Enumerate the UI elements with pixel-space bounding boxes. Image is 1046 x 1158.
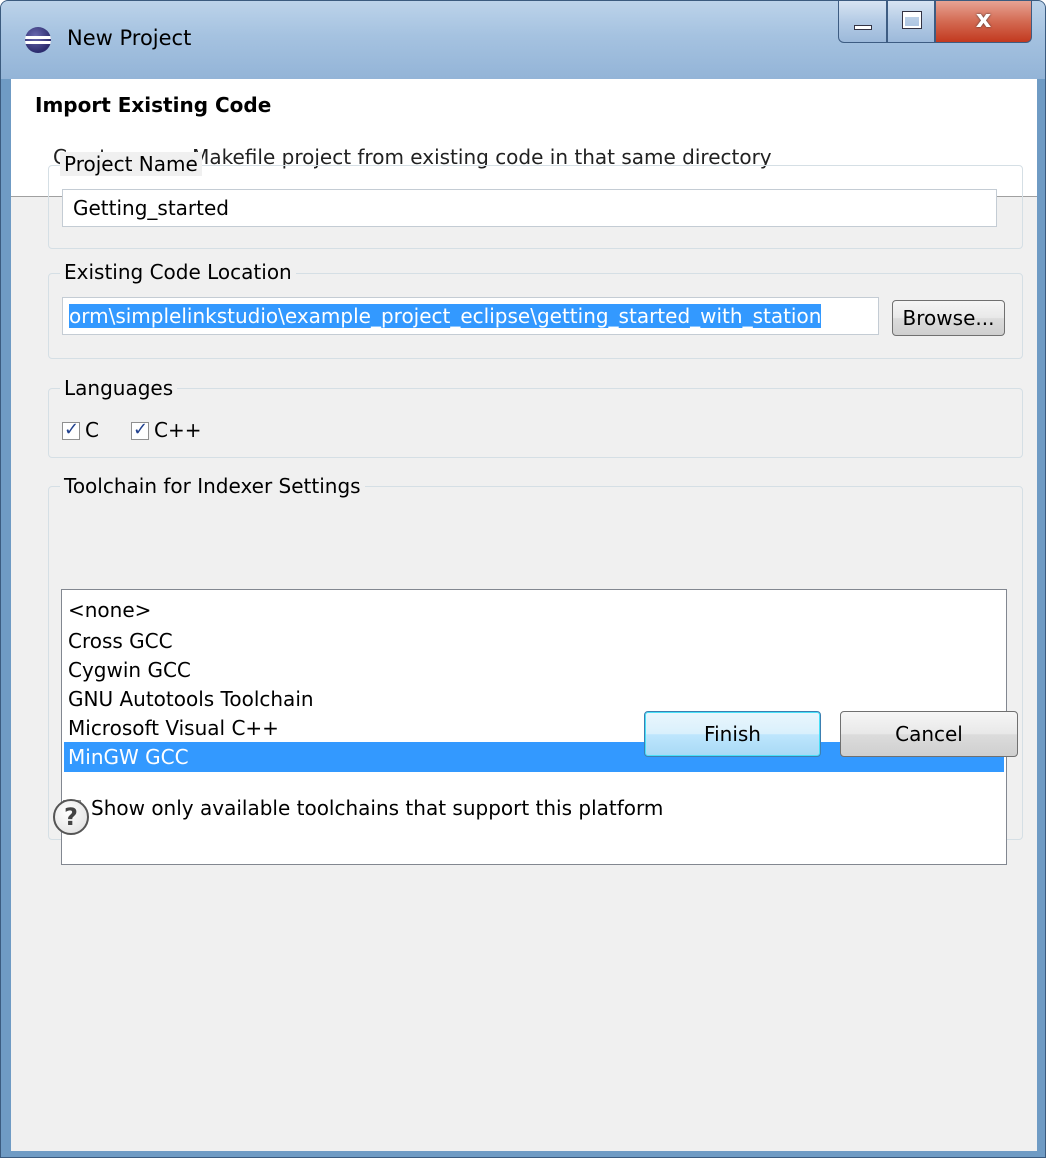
maximize-icon [902, 11, 922, 29]
eclipse-icon [25, 27, 51, 53]
cancel-button[interactable]: Cancel [840, 711, 1018, 757]
minimize-icon [854, 25, 872, 30]
minimize-button[interactable] [838, 1, 887, 43]
toolchain-label: Toolchain for Indexer Settings [60, 474, 365, 498]
code-location-value: orm\simplelinkstudio\example_project_ecl… [69, 304, 822, 328]
show-only-label: Show only available toolchains that supp… [91, 796, 664, 820]
dialog-window: New Project x Import Existing Code Creat… [0, 0, 1046, 1158]
code-location-label: Existing Code Location [60, 260, 296, 284]
language-cpp-checkbox[interactable]: ✓ [131, 419, 149, 440]
close-icon: x [975, 5, 992, 33]
list-item[interactable]: <none> [64, 595, 1004, 625]
page-title: Import Existing Code [35, 93, 272, 117]
list-item[interactable]: Cross GCC [64, 626, 1004, 656]
code-location-input[interactable]: orm\simplelinkstudio\example_project_ecl… [62, 297, 879, 335]
title-bar[interactable]: New Project x [1, 1, 1045, 79]
finish-button[interactable]: Finish [644, 711, 821, 757]
language-c-checkbox[interactable]: ✓ [62, 419, 80, 440]
maximize-button[interactable] [887, 1, 935, 43]
help-icon[interactable]: ? [53, 799, 89, 835]
list-item[interactable]: Cygwin GCC [64, 655, 1004, 685]
list-item[interactable]: GNU Autotools Toolchain [64, 684, 1004, 714]
close-button[interactable]: x [935, 1, 1032, 43]
window-title: New Project [67, 26, 192, 50]
language-cpp-label: C++ [154, 418, 202, 442]
project-name-label: Project Name [60, 152, 202, 176]
check-icon: ✓ [64, 419, 80, 440]
languages-label: Languages [60, 376, 178, 400]
dialog-client-area: Import Existing Code Create a new Makefi… [11, 79, 1037, 1151]
browse-button[interactable]: Browse... [892, 300, 1005, 336]
check-icon: ✓ [133, 419, 149, 440]
project-name-input[interactable]: Getting_started [62, 189, 997, 227]
language-c-label: C [85, 418, 99, 442]
